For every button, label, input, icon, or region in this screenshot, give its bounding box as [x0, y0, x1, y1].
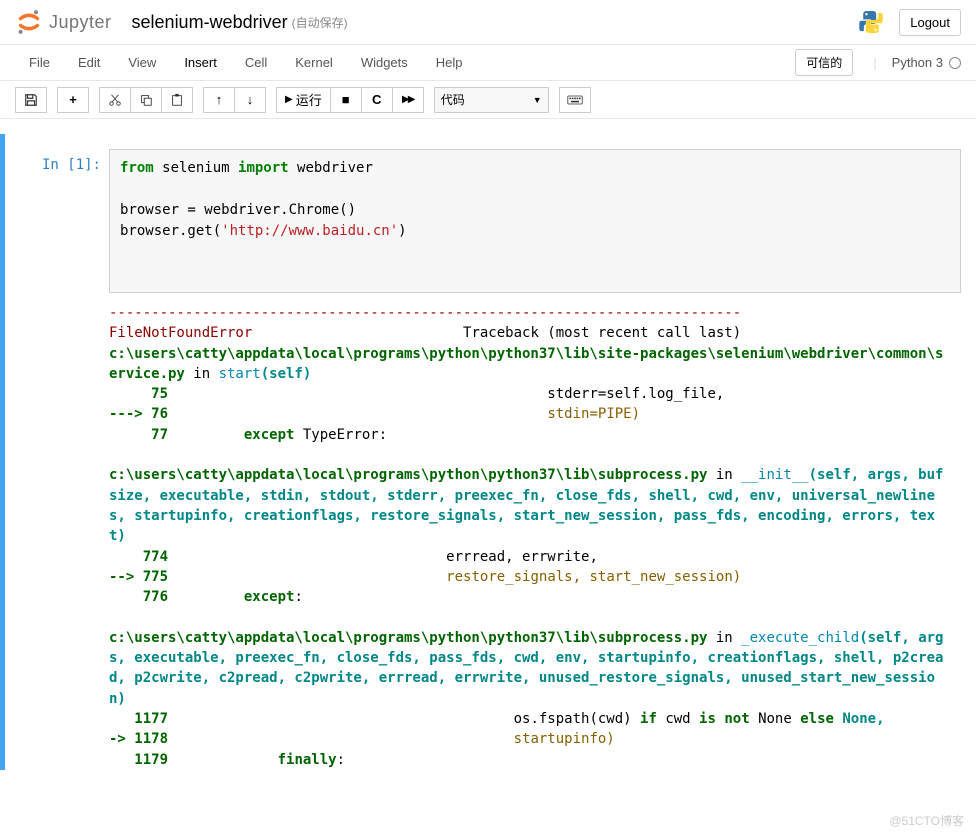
input-prompt: In [1]: — [11, 149, 109, 770]
restart-icon: C — [372, 92, 381, 107]
add-cell-button[interactable]: + — [57, 87, 89, 113]
keyboard-icon — [567, 94, 583, 106]
menu-cell[interactable]: Cell — [231, 49, 281, 76]
move-down-button[interactable]: ↓ — [234, 87, 266, 113]
python-icon — [858, 9, 884, 35]
menu-widgets[interactable]: Widgets — [347, 49, 422, 76]
jupyter-logo[interactable]: Jupyter — [15, 8, 112, 36]
arrow-down-icon: ↓ — [247, 92, 254, 107]
notebook-container: In [1]: from selenium import webdriver b… — [0, 119, 976, 785]
save-button[interactable] — [15, 87, 47, 113]
trusted-button[interactable]: 可信的 — [795, 49, 853, 76]
cut-icon — [108, 93, 122, 107]
cell-type-value: 代码 — [441, 91, 465, 108]
logo-text: Jupyter — [49, 12, 112, 33]
toolbar: + ↑ ↓ ▶运行 ■ C ▶▶ 代码 — [0, 81, 976, 119]
stop-button[interactable]: ■ — [330, 87, 362, 113]
command-palette-button[interactable] — [559, 87, 591, 113]
code-cell[interactable]: In [1]: from selenium import webdriver b… — [0, 134, 961, 770]
copy-button[interactable] — [130, 87, 162, 113]
save-icon — [24, 93, 38, 107]
play-icon: ▶ — [285, 94, 293, 105]
menu-edit[interactable]: Edit — [64, 49, 114, 76]
code-input[interactable]: from selenium import webdriver browser =… — [109, 149, 961, 293]
copy-icon — [139, 93, 153, 107]
paste-button[interactable] — [161, 87, 193, 113]
menu-view[interactable]: View — [114, 49, 170, 76]
autosave-status: (自动保存) — [292, 14, 348, 31]
fast-forward-icon: ▶▶ — [402, 94, 413, 105]
traceback-output: ----------------------------------------… — [109, 303, 951, 770]
cut-button[interactable] — [99, 87, 131, 113]
paste-icon — [170, 93, 184, 107]
header-bar: Jupyter selenium-webdriver (自动保存) Logout — [0, 0, 976, 45]
run-button[interactable]: ▶运行 — [276, 87, 331, 113]
output-area: ----------------------------------------… — [109, 293, 961, 770]
run-all-button[interactable]: ▶▶ — [392, 87, 424, 113]
logout-button[interactable]: Logout — [899, 9, 961, 36]
restart-button[interactable]: C — [361, 87, 393, 113]
arrow-up-icon: ↑ — [216, 92, 223, 107]
cell-type-select[interactable]: 代码 — [434, 87, 549, 113]
watermark: @51CTO博客 — [889, 812, 964, 829]
menu-kernel[interactable]: Kernel — [281, 49, 347, 76]
menu-help[interactable]: Help — [422, 49, 477, 76]
move-up-button[interactable]: ↑ — [203, 87, 235, 113]
menubar: File Edit View Insert Cell Kernel Widget… — [0, 45, 976, 81]
stop-icon: ■ — [342, 92, 350, 107]
kernel-indicator-icon — [949, 57, 961, 69]
jupyter-icon — [15, 8, 43, 36]
plus-icon: + — [69, 92, 77, 107]
notebook-title[interactable]: selenium-webdriver — [132, 12, 288, 33]
run-label: 运行 — [296, 90, 322, 109]
kernel-name: Python 3 — [892, 55, 943, 70]
menu-file[interactable]: File — [15, 49, 64, 76]
menu-insert[interactable]: Insert — [170, 49, 231, 76]
